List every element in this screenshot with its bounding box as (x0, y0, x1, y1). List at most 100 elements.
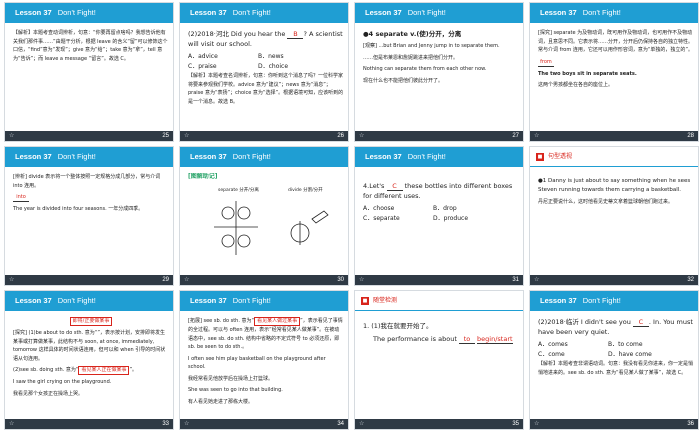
star-icon: ☆ (359, 132, 365, 139)
slide-thumbnail[interactable]: Lesson 37 Don't Fight! ●4 separate v.(使)分… (354, 2, 524, 142)
lesson-title: Don't Fight! (407, 8, 446, 17)
option-d: D．produce (433, 215, 469, 222)
slide-thumbnail[interactable]: Lesson 37 Don't Fight! (2)2018·河北 Did you… (179, 2, 349, 142)
example-en: I saw the girl crying on the playground. (13, 379, 112, 385)
explore-text: [探究] (1)be about to do sth. 意为“”，表示按计划，安… (13, 329, 169, 363)
square-marker-icon: ■ (536, 153, 544, 161)
slide-thumbnail[interactable]: Lesson 37 Don't Fight! [图解助记] separate 分开… (179, 146, 349, 286)
option-a: A．choose (363, 205, 395, 212)
section-header: ■ 句型透视 (530, 147, 698, 167)
slide-footer: ☆ 35 (355, 419, 523, 429)
lesson-title: Don't Fight! (232, 296, 271, 305)
answer-blank: C (386, 183, 403, 191)
separate-label: separate 分开/分离 (218, 187, 259, 193)
slide-body: 即将/正要做某事 [探究] (1)be about to do sth. 意为“… (13, 317, 169, 413)
lesson-label: Lesson 37 (190, 296, 227, 305)
example-en: Nothing can separate them from each othe… (363, 66, 487, 72)
option-a: A．advice (188, 53, 218, 60)
slide-body: [拓展] see sb. do sth. 意为“ 看见某人做过某事 ”，表示看见了事… (188, 317, 344, 413)
slide-body: (2)2018·临沂 I didn't see you C. In. You m… (538, 317, 694, 413)
slide-number: 30 (337, 277, 344, 283)
example-en: She was seen to go into that building. (188, 387, 283, 393)
slide-number: 32 (687, 277, 694, 283)
example-zh: 这两个男孩都坐在各自的座位上。 (538, 82, 614, 88)
vocab-heading: ●4 separate v.(使)分开，分离 (363, 30, 462, 38)
slide-header: Lesson 37 Don't Fight! (355, 147, 523, 167)
slide-header: Lesson 37 Don't Fight! (5, 3, 173, 23)
lesson-title: Don't Fight! (407, 152, 446, 161)
slide-thumbnail[interactable]: ■ 句型透视 ●1 Danny is just about to say some… (529, 146, 699, 286)
lesson-title: Don't Fight! (57, 296, 96, 305)
slide-number: 28 (687, 133, 694, 139)
lesson-label: Lesson 37 (190, 8, 227, 17)
slide-body: ●1 Danny is just about to say something … (538, 177, 694, 273)
slide-body: [辨析] divide 表示将一个整体按照一定规格分成几部分，常与介词 into… (13, 173, 169, 269)
slide-number: 29 (162, 277, 169, 283)
option-d: D．have come (608, 351, 652, 358)
answer-box: 看见某人正在做某事 (78, 366, 130, 375)
slide-thumbnail[interactable]: Lesson 37 Don't Fight! [辨析] divide 表示将一个整… (4, 146, 174, 286)
slide-footer: ☆ 36 (530, 419, 698, 429)
slide-thumbnail[interactable]: ■ 随堂检测 1. (1)我在就要开始了。 The performance is … (354, 290, 524, 430)
slide-body: 4.Let's C these bottles into different b… (363, 181, 519, 277)
star-icon: ☆ (534, 420, 540, 427)
section-header: ■ 随堂检测 (355, 291, 523, 311)
slide-header: Lesson 37 Don't Fight! (355, 3, 523, 23)
slide-number: 36 (687, 421, 694, 427)
slide-thumbnail[interactable]: Lesson 37 Don't Fight! 【解析】本题考查动词辨析，句意：“你… (4, 2, 174, 142)
option-c: C．separate (363, 215, 400, 222)
question-text: 4.Let's C these bottles into different b… (363, 181, 519, 201)
question-lead: The performance is about (373, 335, 457, 343)
slide-footer: ☆ 29 (5, 275, 173, 285)
question-text: 1. (1)我在就要开始了。 (363, 322, 433, 330)
option-list: A．comes B．to come C．come D．have come (538, 340, 694, 360)
lesson-label: Lesson 37 (15, 8, 52, 17)
slide-footer: ☆ 32 (530, 275, 698, 285)
star-icon: ☆ (359, 420, 365, 427)
answer-blank: from (538, 59, 554, 67)
explore-text: (2)see sb. doing sth. 意为“ 看见某人正在做某事”。 (13, 366, 169, 375)
slide-header: Lesson 37 Don't Fight! (180, 291, 348, 311)
slide-footer: ☆ 34 (180, 419, 348, 429)
slide-footer: ☆ 25 (5, 131, 173, 141)
answer-word: from (538, 58, 694, 67)
memo-illustration: separate 分开/分离 divide 分割/分开 (188, 185, 344, 265)
slide-thumbnail[interactable]: Lesson 37 Don't Fight! 4.Let's C these bo… (354, 146, 524, 286)
lesson-label: Lesson 37 (540, 8, 577, 17)
slide-footer: ☆ 28 (530, 131, 698, 141)
answer-box: 看见某人做过某事 (254, 317, 301, 326)
slide-footer: ☆ 26 (180, 131, 348, 141)
slide-footer: ☆ 31 (355, 275, 523, 285)
option-b: B．drop (433, 205, 457, 212)
slide-footer: ☆ 33 (5, 419, 173, 429)
answer-blank: B (287, 31, 304, 39)
slide-thumbnail[interactable]: Lesson 37 Don't Fight! [拓展] see sb. do st… (179, 290, 349, 430)
question-sentence: The performance is about to begin/start (363, 334, 519, 344)
section-title: 随堂检测 (373, 297, 398, 304)
slide-body: [图解助记] separate 分开/分离 divide 分割/分开 (188, 173, 344, 269)
question-text: (2)2018·河北 Did you hear the B? A scienti… (188, 29, 344, 49)
slide-body: [探究] separate 为及物动词，既可用作及物动词，也可用作不及物动词，且… (538, 29, 694, 125)
example-text: The year is divided into four seasons. 一… (13, 206, 144, 212)
analysis-text: 【解析】本题考查非谓语动词。句意：我没有看见你进来，你一定是悄悄地进来的。see… (538, 361, 694, 376)
explore-tail: ”。 (129, 367, 138, 373)
slide-number: 27 (512, 133, 519, 139)
lesson-title: Don't Fight! (232, 152, 271, 161)
lesson-title: Don't Fight! (57, 152, 96, 161)
question-lead: 4.Let's (363, 182, 385, 190)
slide-thumbnail[interactable]: Lesson 37 Don't Fight! (2)2018·临沂 I didn'… (529, 290, 699, 430)
star-icon: ☆ (184, 132, 190, 139)
option-list: A．advice B．news C．praise D．choice (188, 52, 344, 72)
star-icon: ☆ (184, 420, 190, 427)
lesson-title: Don't Fight! (232, 8, 271, 17)
slide-thumbnail[interactable]: Lesson 37 Don't Fight! 即将/正要做某事 [探究] (1)b… (4, 290, 174, 430)
question-lead: (2)2018·河北 Did you hear the (188, 30, 286, 38)
slide-body: 1. (1)我在就要开始了。 The performance is about … (363, 321, 519, 417)
lesson-label: Lesson 37 (190, 152, 227, 161)
section-title: 句型透视 (548, 153, 573, 160)
lesson-label: Lesson 37 (365, 152, 402, 161)
question-tail: these bottles into different boxes for d… (363, 182, 513, 200)
answer-blank: begin/start (477, 335, 513, 344)
slide-thumbnail[interactable]: Lesson 37 Don't Fight! [探究] separate 为及物动… (529, 2, 699, 142)
example-en: The two boys sit in separate seats. (538, 70, 637, 77)
